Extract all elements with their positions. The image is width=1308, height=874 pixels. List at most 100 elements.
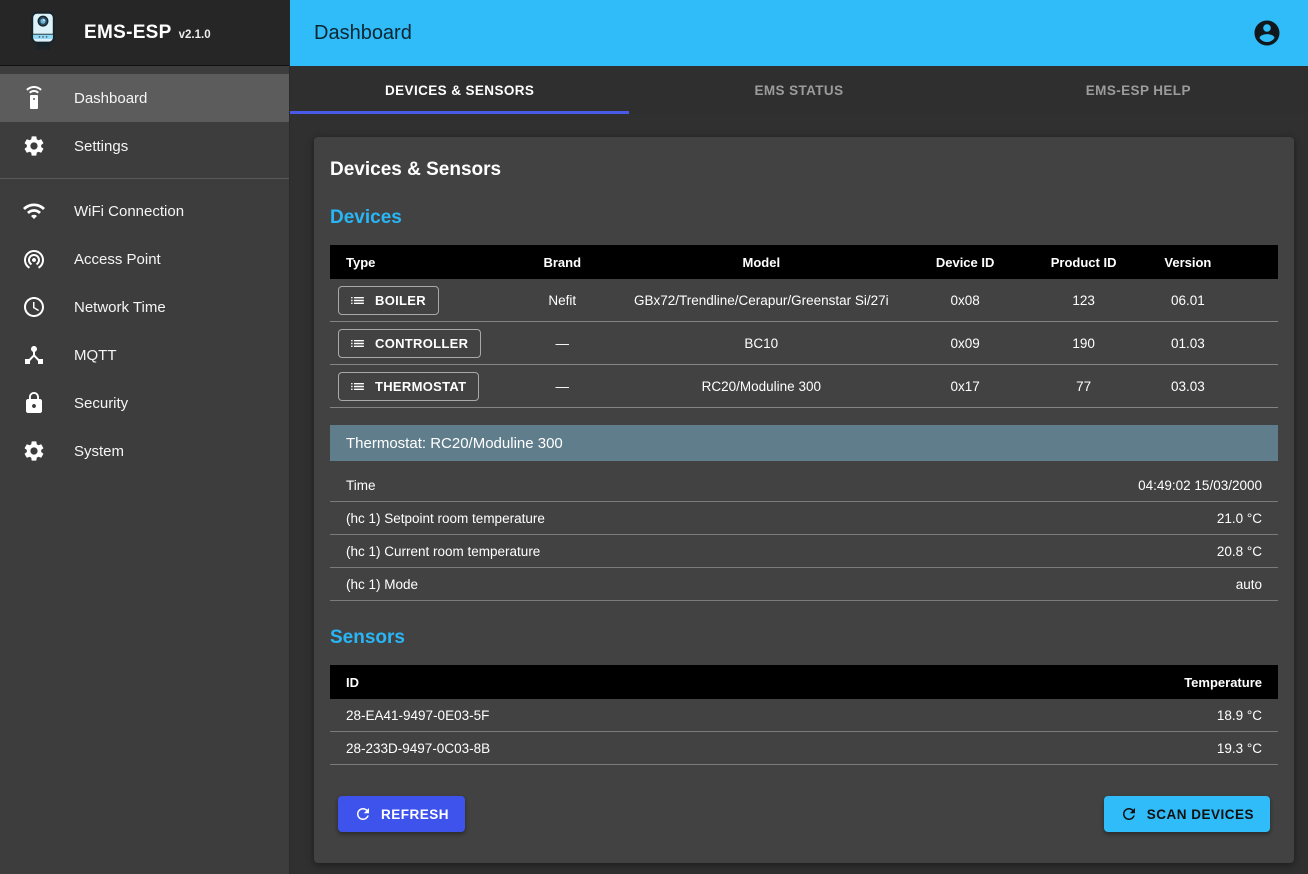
device-version: 06.01: [1136, 293, 1240, 308]
tab[interactable]: EMS STATUS: [629, 66, 968, 114]
brand: EMS-ESP v2.1.0: [84, 22, 211, 44]
app-version: v2.1.0: [179, 29, 211, 41]
sidebar: EMS-ESP v2.1.0 Dashboard Settings: [0, 0, 290, 874]
access-time-icon: [22, 295, 46, 319]
thermostat-data-row: Time 04:49:02 15/03/2000: [330, 469, 1278, 502]
sensor-id: 28-EA41-9497-0E03-5F: [346, 708, 489, 723]
scan-devices-button-label: SCAN DEVICES: [1147, 807, 1254, 822]
device-brand: Nefit: [501, 293, 624, 308]
data-value: auto: [1236, 577, 1262, 592]
sidebar-item[interactable]: MQTT: [0, 331, 289, 379]
appbar: Dashboard: [290, 0, 1308, 66]
refresh-button[interactable]: REFRESH: [338, 796, 465, 832]
sidebar-item[interactable]: Settings: [0, 122, 289, 170]
list-icon: [349, 335, 366, 352]
sensor-temperature: 19.3 °C: [1217, 741, 1262, 756]
scan-devices-button[interactable]: SCAN DEVICES: [1104, 796, 1270, 832]
actions-row: REFRESH SCAN DEVICES: [330, 796, 1278, 832]
sidebar-nav: Dashboard Settings WiFi Connection Acces: [0, 66, 289, 475]
sidebar-item[interactable]: Security: [0, 379, 289, 427]
col-header-temperature: Temperature: [1184, 675, 1262, 690]
main-area: Dashboard DEVICES & SENSORS EMS STATUS E…: [290, 0, 1308, 874]
list-icon: [349, 378, 366, 395]
devices-sensors-card: Devices & Sensors Devices Type Brand Mod…: [314, 137, 1294, 863]
tab-bar: DEVICES & SENSORS EMS STATUS EMS-ESP HEL…: [290, 66, 1308, 114]
settings-icon: [22, 439, 46, 463]
sensor-temperature: 18.9 °C: [1217, 708, 1262, 723]
sensors-table: ID Temperature 28-EA41-9497-0E03-5F 18.9…: [330, 665, 1278, 765]
sidebar-item[interactable]: System: [0, 427, 289, 475]
data-value: 04:49:02 15/03/2000: [1138, 478, 1262, 493]
app-name: EMS-ESP: [84, 22, 172, 44]
data-label: (hc 1) Mode: [346, 577, 418, 592]
sidebar-item-label: Access Point: [74, 251, 161, 268]
data-value: 20.8 °C: [1217, 544, 1262, 559]
refresh-icon: [354, 805, 372, 823]
device-product-id: 123: [1031, 293, 1135, 308]
devices-table-header: Type Brand Model Device ID Product ID Ve…: [330, 245, 1278, 279]
refresh-icon: [1120, 805, 1138, 823]
boiler-logo-icon: [24, 10, 62, 56]
sidebar-item-label: System: [74, 443, 124, 460]
data-value: 21.0 °C: [1217, 511, 1262, 526]
col-header-version: Version: [1136, 255, 1240, 270]
account-button[interactable]: [1252, 17, 1284, 49]
sensor-row: 28-233D-9497-0C03-8B 19.3 °C: [330, 732, 1278, 765]
sidebar-item-label: Network Time: [74, 299, 166, 316]
data-label: (hc 1) Setpoint room temperature: [346, 511, 545, 526]
device-row: BOILER Nefit GBx72/Trendline/Cerapur/Gre…: [330, 279, 1278, 322]
sensors-table-header: ID Temperature: [330, 665, 1278, 699]
sensor-id: 28-233D-9497-0C03-8B: [346, 741, 490, 756]
sidebar-divider: [0, 178, 289, 179]
device-type-button[interactable]: CONTROLLER: [338, 329, 481, 358]
device-product-id: 190: [1031, 336, 1135, 351]
col-header-id: ID: [346, 675, 359, 690]
device-type-button[interactable]: THERMOSTAT: [338, 372, 479, 401]
thermostat-section-bar: Thermostat: RC20/Moduline 300: [330, 425, 1278, 461]
devices-table: Type Brand Model Device ID Product ID Ve…: [330, 245, 1278, 408]
tab[interactable]: EMS-ESP HELP: [969, 66, 1308, 114]
thermostat-data-row: (hc 1) Current room temperature 20.8 °C: [330, 535, 1278, 568]
device-row: CONTROLLER — BC10 0x09 190 01.03: [330, 322, 1278, 365]
sidebar-item-label: Dashboard: [74, 90, 147, 107]
device-brand: —: [501, 379, 624, 394]
device-model: RC20/Moduline 300: [624, 379, 899, 394]
tab-label: DEVICES & SENSORS: [385, 83, 534, 98]
sidebar-item[interactable]: WiFi Connection: [0, 187, 289, 235]
sidebar-item-label: Security: [74, 395, 128, 412]
sidebar-header: EMS-ESP v2.1.0: [0, 0, 289, 66]
device-id: 0x17: [899, 379, 1032, 394]
tab[interactable]: DEVICES & SENSORS: [290, 66, 629, 114]
data-label: Time: [346, 478, 376, 493]
refresh-button-label: REFRESH: [381, 807, 449, 822]
device-brand: —: [501, 336, 624, 351]
page-title: Dashboard: [314, 22, 1252, 45]
sidebar-item[interactable]: Network Time: [0, 283, 289, 331]
sidebar-item[interactable]: Dashboard: [0, 74, 289, 122]
data-label: (hc 1) Current room temperature: [346, 544, 540, 559]
sidebar-item[interactable]: Access Point: [0, 235, 289, 283]
content-area: Devices & Sensors Devices Type Brand Mod…: [290, 114, 1308, 874]
device-model: BC10: [624, 336, 899, 351]
device-version: 03.03: [1136, 379, 1240, 394]
device-type-button[interactable]: BOILER: [338, 286, 439, 315]
device-version: 01.03: [1136, 336, 1240, 351]
settings-remote-icon: [22, 86, 46, 110]
sidebar-item-label: Settings: [74, 138, 128, 155]
sidebar-item-label: MQTT: [74, 347, 117, 364]
device-id: 0x08: [899, 293, 1032, 308]
device-type-label: BOILER: [375, 293, 426, 308]
account-circle-icon: [1252, 18, 1282, 48]
sidebar-item-label: WiFi Connection: [74, 203, 184, 220]
wifi-tethering-icon: [22, 247, 46, 271]
device-model: GBx72/Trendline/Cerapur/Greenstar Si/27i: [624, 293, 899, 308]
sensors-heading: Sensors: [330, 627, 1278, 649]
col-header-product-id: Product ID: [1031, 255, 1135, 270]
tab-label: EMS-ESP HELP: [1086, 83, 1191, 98]
card-title: Devices & Sensors: [330, 159, 1278, 181]
col-header-brand: Brand: [501, 255, 624, 270]
sensor-row: 28-EA41-9497-0E03-5F 18.9 °C: [330, 699, 1278, 732]
col-header-model: Model: [624, 255, 899, 270]
col-header-type: Type: [330, 255, 501, 270]
tab-label: EMS STATUS: [754, 83, 843, 98]
